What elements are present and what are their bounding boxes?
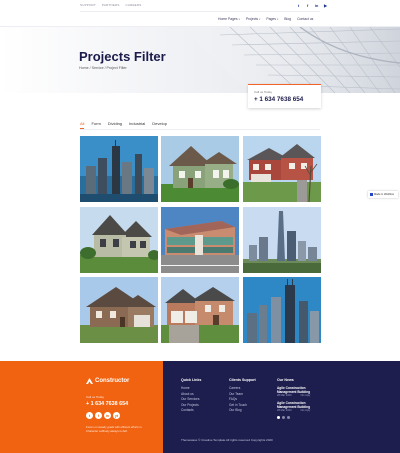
clients-support-heading: Clients Support [229,378,256,382]
carousel-dot[interactable] [277,416,280,419]
top-socials: t f in ▶ [296,3,328,8]
nav-item-contact[interactable]: Contact us [297,17,313,21]
nav-item-blog[interactable]: Blog [284,17,291,21]
news-meta: 28 Mar 2020 No reply [277,394,311,397]
project-tile-green-house[interactable] [161,136,239,202]
top-bar: SUPPORT PARTNERS CAREERS t f in ▶ [0,0,400,12]
filter-tab-all[interactable]: All [80,121,85,129]
top-divider [80,11,320,12]
breadcrumb: Home / Service / Project Filter [79,66,127,70]
chevron-down-icon: ▾ [238,18,240,21]
linkedin-icon[interactable]: in [104,412,111,419]
filter-tab-form[interactable]: Form [91,121,100,129]
city-skyline-image [80,136,158,202]
project-tile-stone-house[interactable] [80,277,158,343]
main-nav: Home Pages▾ Projects▾ Pages▾ Blog Contac… [218,17,313,21]
footer-quick-links: Quick Links Home About us Our Services O… [181,378,201,414]
nav-item-pages[interactable]: Pages▾ [266,17,278,21]
copyright-text: Themewave © Creative Template All rights… [181,438,273,442]
nav-item-home-pages[interactable]: Home Pages▾ [218,17,240,21]
footer-brand-name: Constructor [95,378,130,384]
news-carousel-dots [277,416,310,419]
youtube-icon[interactable]: yt [113,412,120,419]
chevron-down-icon: ▾ [259,18,261,21]
hero-banner [0,27,400,93]
news-item[interactable]: Agile Construction Management Building 2… [277,401,310,413]
project-tile-red-brick-house[interactable] [243,136,321,202]
footer-call-label: Call us Today [86,395,104,399]
green-house-image [161,136,239,202]
footer-clients-support: Clients Support Careers Our Team FAQs Ge… [229,378,256,414]
hero-building-image [180,27,400,93]
call-us-number[interactable]: + 1 634 7638 654 [254,96,315,103]
top-link-support[interactable]: SUPPORT [80,3,96,7]
carousel-dot[interactable] [282,416,285,419]
victorian-house-image [80,207,158,273]
project-filter-tabs: All Form Dividing Industrial Develop [80,121,167,129]
filter-tab-industrial[interactable]: Industrial [129,121,145,129]
footer-brand-panel [0,361,163,453]
youtube-icon[interactable]: ▶ [323,3,328,8]
quick-link-services[interactable]: Our Services [181,397,201,403]
page-title: Projects Filter [79,49,166,64]
made-in-webflow-badge[interactable]: Made in Webflow [368,191,398,198]
footer-logo[interactable]: Constructor [86,378,129,384]
project-tile-victorian-house[interactable] [80,207,158,273]
call-us-card: Call us Today + 1 634 7638 654 [248,84,321,108]
twitter-icon[interactable]: t [296,3,301,8]
nav-item-projects[interactable]: Projects▾ [246,17,261,21]
news-meta: 28 Mar 2020 No reply [277,409,311,412]
project-tile-city-skyline[interactable] [80,136,158,202]
footer-socials: t f in yt [86,412,120,419]
chevron-down-icon: ▾ [277,18,279,21]
twitter-icon[interactable]: t [86,412,93,419]
project-tile-downtown-towers[interactable] [243,207,321,273]
filter-tab-dividing[interactable]: Dividing [108,121,122,129]
downtown-towers-image [243,207,321,273]
constructor-logo-icon [86,378,93,384]
quick-links-heading: Quick Links [181,378,202,382]
red-brick-house-image [243,136,321,202]
footer-news: Our News Agile Construction Management B… [277,378,310,419]
filter-divider [80,129,320,130]
news-heading: Our News [277,378,294,382]
stone-house-image [80,277,158,343]
news-item[interactable]: Agile Construction Management Building 2… [277,386,310,398]
quick-link-contacts[interactable]: Contacts [181,408,201,414]
filter-tab-develop[interactable]: Develop [152,121,167,129]
facebook-icon[interactable]: f [305,3,310,8]
linkedin-icon[interactable]: in [314,3,319,8]
project-tile-blue-skyscraper[interactable] [243,277,321,343]
blue-skyscraper-image [243,277,321,343]
facebook-icon[interactable]: f [95,412,102,419]
project-tile-suburban-home[interactable] [161,277,239,343]
office-building-image [161,207,239,273]
footer-blurb: Focus on steady goals with efficient eff… [86,425,143,433]
project-tile-office-building[interactable] [161,207,239,273]
carousel-dot[interactable] [287,416,290,419]
suburban-home-image [161,277,239,343]
footer-call-number[interactable]: + 1 634 7638 654 [86,401,128,407]
webflow-icon [370,193,373,196]
support-link-blog[interactable]: Our Blog [229,408,256,414]
top-link-careers[interactable]: CAREERS [126,3,142,7]
top-links: SUPPORT PARTNERS CAREERS [80,3,141,7]
top-link-partners[interactable]: PARTNERS [102,3,120,7]
call-us-label: Call us Today [254,90,272,94]
